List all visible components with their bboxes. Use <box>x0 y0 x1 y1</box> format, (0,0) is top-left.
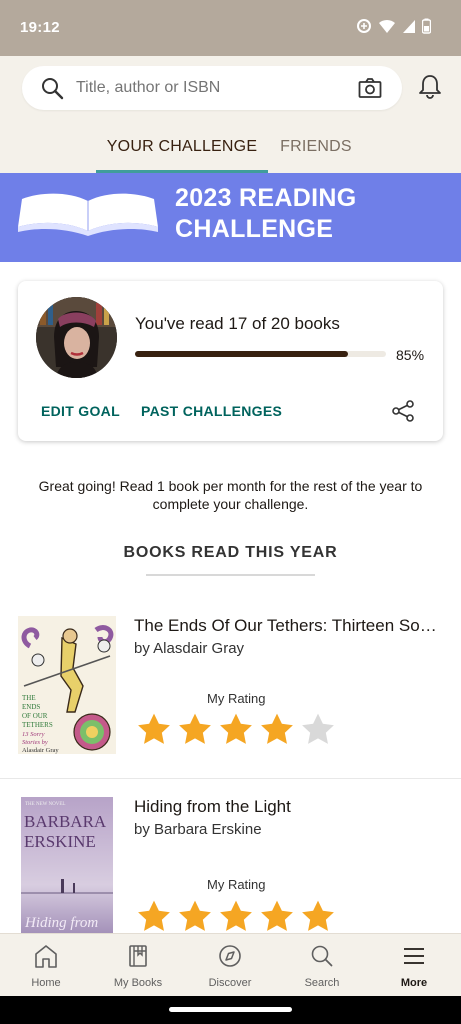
past-challenges-button[interactable]: PAST CHALLENGES <box>141 403 282 419</box>
notification-bell-icon[interactable] <box>417 73 443 101</box>
svg-text:ERSKINE: ERSKINE <box>24 832 96 851</box>
status-bar: 19:12 <box>0 0 461 56</box>
star-filled-icon[interactable] <box>136 899 172 933</box>
tab-your-challenge[interactable]: YOUR CHALLENGE <box>96 138 268 156</box>
svg-text:ENDS: ENDS <box>22 703 40 711</box>
progress-percent: 85% <box>396 347 425 363</box>
star-filled-icon[interactable] <box>177 899 213 933</box>
svg-text:THE: THE <box>22 694 36 702</box>
svg-text:Stories by: Stories by <box>22 739 48 746</box>
svg-text:OF OUR: OF OUR <box>22 712 48 720</box>
compass-icon <box>219 945 241 967</box>
svg-text:BARBARA: BARBARA <box>24 812 107 831</box>
home-gesture-handle[interactable] <box>169 1007 292 1012</box>
book-cover[interactable]: THE ENDS OF OUR TETHERS 13 Sorry Stories… <box>18 616 116 754</box>
search-input[interactable]: Title, author or ISBN <box>22 66 402 110</box>
challenge-banner: 2023 READING CHALLENGE <box>0 173 461 262</box>
avatar-portrait <box>36 297 117 378</box>
rating-stars[interactable] <box>136 712 336 746</box>
svg-text:Alasdair Gray: Alasdair Gray <box>22 747 59 754</box>
book-cover-art: THE ENDS OF OUR TETHERS 13 Sorry Stories… <box>18 616 116 754</box>
challenge-progress-card: You've read 17 of 20 books 85% EDIT GOAL… <box>18 281 443 441</box>
system-gesture-bar <box>0 996 461 1024</box>
nav-home-label: Home <box>31 977 61 989</box>
app-header: Title, author or ISBN YOUR CHALLENGE FRI… <box>0 56 461 173</box>
star-filled-icon[interactable] <box>259 712 295 746</box>
edit-goal-button[interactable]: EDIT GOAL <box>41 403 120 419</box>
progress-bar-fill <box>135 351 349 357</box>
nav-more[interactable]: More <box>368 934 460 997</box>
cell-signal-icon <box>403 20 415 33</box>
search-icon <box>311 945 333 967</box>
menu-icon <box>404 948 424 964</box>
progress-bar <box>135 351 386 357</box>
challenge-tabs: YOUR CHALLENGE FRIENDS <box>0 132 461 173</box>
tab-friends[interactable]: FRIENDS <box>270 138 362 156</box>
nav-search-label: Search <box>304 977 340 989</box>
book-list-item[interactable]: THE NEW NOVEL BARBARA ERSKINE Hiding fro… <box>0 778 461 958</box>
book-title[interactable]: Hiding from the Light <box>134 797 442 817</box>
nav-home[interactable]: Home <box>0 934 92 997</box>
book-author[interactable]: by Alasdair Gray <box>134 640 244 657</box>
my-rating-label: My Rating <box>207 877 266 892</box>
section-divider <box>146 574 315 576</box>
book-list-item[interactable]: THE ENDS OF OUR TETHERS 13 Sorry Stories… <box>0 598 461 778</box>
encouragement-text: Great going! Read 1 book per month for t… <box>38 478 423 512</box>
nav-my-books-label: My Books <box>113 977 163 989</box>
star-filled-icon[interactable] <box>136 712 172 746</box>
svg-text:TETHERS: TETHERS <box>22 721 53 729</box>
share-icon[interactable] <box>390 399 416 423</box>
nav-discover[interactable]: Discover <box>184 934 276 997</box>
battery-icon <box>422 18 431 34</box>
search-icon <box>42 78 64 100</box>
home-icon <box>35 945 57 968</box>
star-empty-icon[interactable] <box>300 712 336 746</box>
star-filled-icon[interactable] <box>177 712 213 746</box>
banner-title-line2: CHALLENGE <box>175 215 334 243</box>
banner-title: 2023 READING CHALLENGE <box>175 183 435 245</box>
rating-stars[interactable] <box>136 899 336 933</box>
star-filled-icon[interactable] <box>218 712 254 746</box>
banner-title-line1: 2023 READING <box>175 184 357 212</box>
section-title: BOOKS READ THIS YEAR <box>123 544 338 561</box>
nav-search[interactable]: Search <box>276 934 368 997</box>
book-title[interactable]: The Ends Of Our Tethers: Thirteen Sorry … <box>134 616 442 636</box>
data-saver-icon <box>357 19 371 33</box>
search-placeholder: Title, author or ISBN <box>76 79 221 96</box>
bottom-navigation: Home My Books Discover Search More <box>0 933 461 996</box>
star-filled-icon[interactable] <box>218 899 254 933</box>
svg-text:13 Sorry: 13 Sorry <box>22 731 45 738</box>
status-time: 19:12 <box>20 19 60 36</box>
svg-text:Hiding from: Hiding from <box>24 915 98 931</box>
star-filled-icon[interactable] <box>300 899 336 933</box>
wifi-icon <box>379 19 395 33</box>
progress-text: You've read 17 of 20 books <box>135 314 340 333</box>
my-rating-label: My Rating <box>207 691 266 706</box>
status-icons <box>356 18 431 34</box>
nav-more-label: More <box>400 977 428 989</box>
open-book-icon <box>18 193 158 236</box>
my-books-icon <box>129 945 147 967</box>
camera-scan-icon[interactable] <box>358 77 382 99</box>
nav-discover-label: Discover <box>208 977 252 989</box>
book-author[interactable]: by Barbara Erskine <box>134 821 262 838</box>
star-filled-icon[interactable] <box>259 899 295 933</box>
avatar[interactable] <box>36 297 117 378</box>
svg-text:THE NEW NOVEL: THE NEW NOVEL <box>25 802 65 807</box>
nav-my-books[interactable]: My Books <box>92 934 184 997</box>
